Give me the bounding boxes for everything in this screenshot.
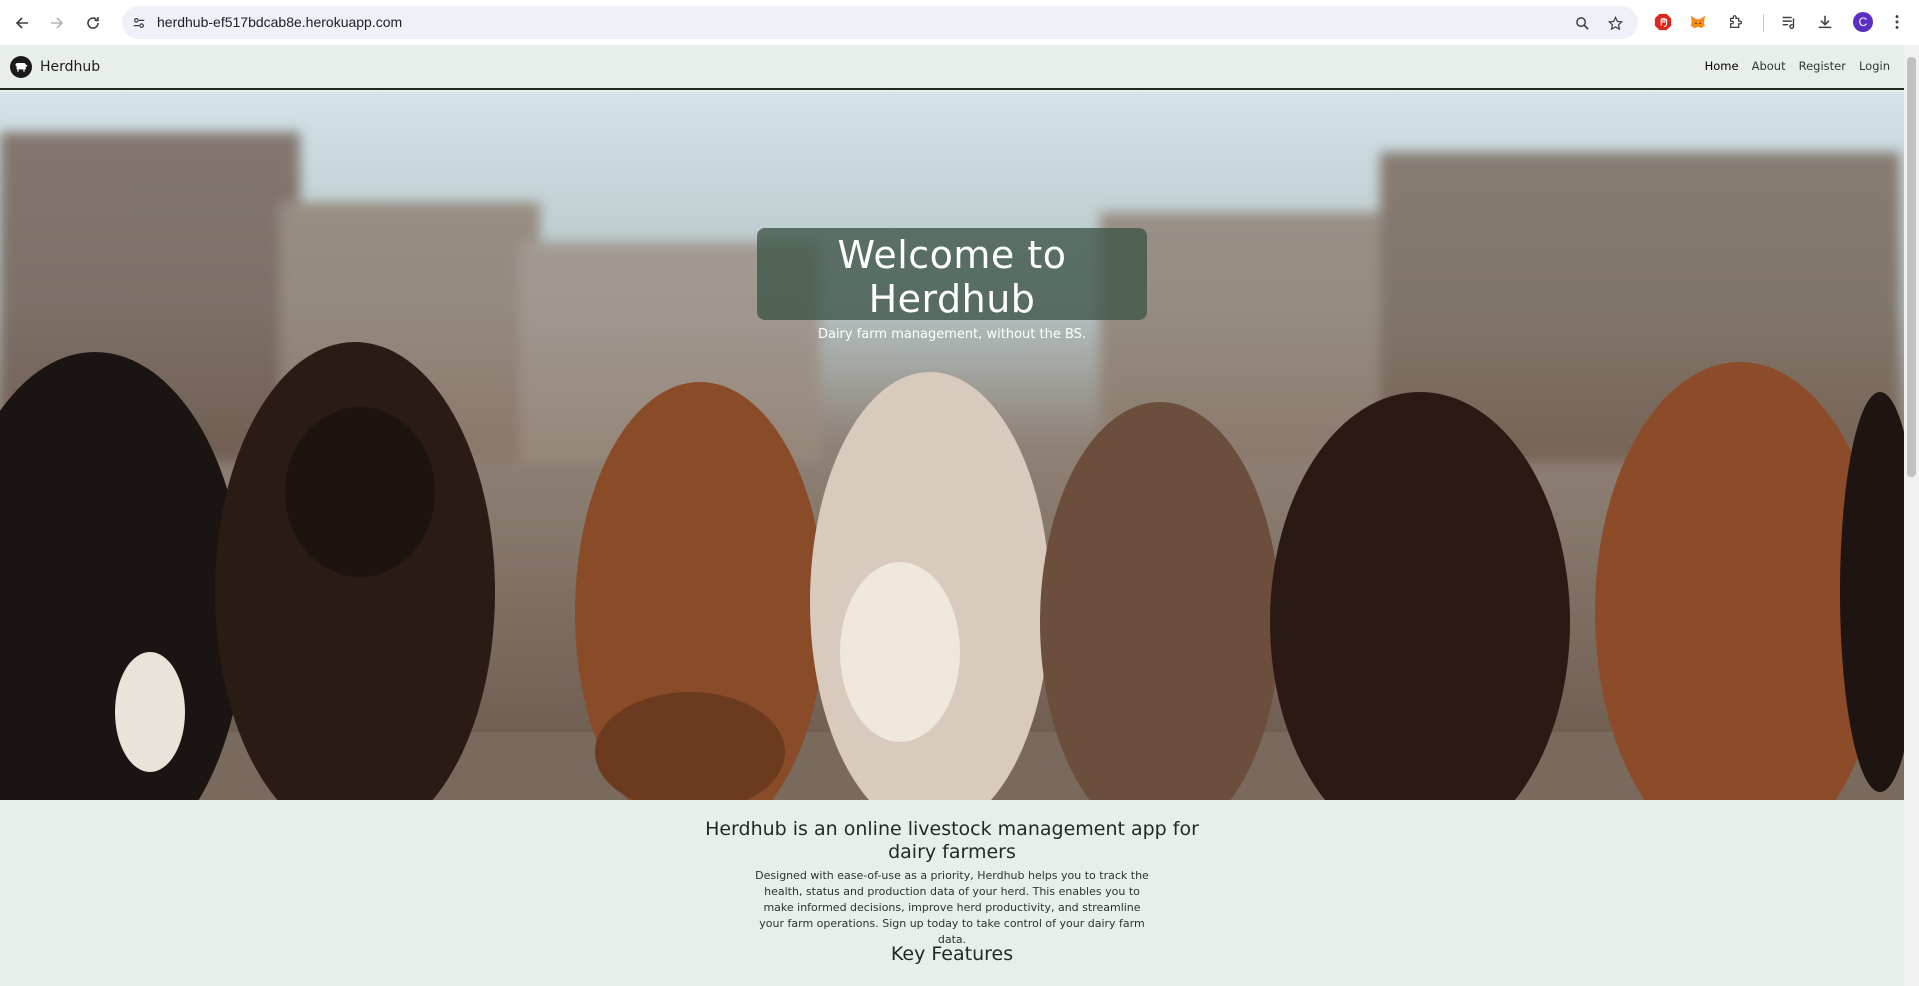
brand-name[interactable]: Herdhub [40, 59, 100, 75]
hero-subtitle: Dairy farm management, without the BS. [817, 327, 1087, 342]
toolbar-divider [1763, 14, 1764, 32]
intro-heading: Herdhub is an online livestock managemen… [705, 818, 1199, 863]
download-icon[interactable] [1814, 11, 1836, 33]
scrollbar-thumb[interactable] [1907, 57, 1916, 477]
url-text[interactable]: herdhub-ef517bdcab8e.herokuapp.com [157, 14, 402, 30]
site-nav-links: Home About Register Login [1705, 59, 1890, 73]
back-arrow-icon[interactable] [10, 11, 34, 35]
address-bar[interactable]: herdhub-ef517bdcab8e.herokuapp.com [122, 6, 1638, 39]
nav-link-about[interactable]: About [1752, 59, 1786, 73]
page-scrollbar[interactable] [1904, 45, 1919, 986]
star-icon[interactable] [1606, 14, 1624, 32]
brand-link[interactable]: Herdhub [10, 56, 100, 78]
hero-title: Welcome to Herdhub [837, 233, 1067, 321]
reading-list-icon[interactable] [1778, 11, 1800, 33]
reload-icon[interactable] [81, 11, 105, 35]
site-info-icon[interactable] [130, 14, 148, 32]
nav-link-home[interactable]: Home [1705, 59, 1739, 73]
adblock-icon[interactable] [1652, 11, 1674, 33]
puzzle-extensions-icon[interactable] [1725, 11, 1747, 33]
hero-welcome-card: Welcome to Herdhub Dairy farm management… [757, 228, 1147, 342]
site-navbar: Herdhub Home About Register Login [0, 45, 1904, 90]
key-features-heading: Key Features [890, 943, 1014, 965]
cow-logo-icon [10, 56, 32, 78]
browser-toolbar: herdhub-ef517bdcab8e.herokuapp.com C [0, 0, 1919, 45]
profile-avatar[interactable]: C [1853, 12, 1873, 32]
forward-arrow-icon[interactable] [45, 11, 69, 35]
nav-link-login[interactable]: Login [1859, 59, 1890, 73]
hero-cow-photo [0, 92, 1904, 800]
zoom-icon[interactable] [1573, 14, 1591, 32]
nav-link-register[interactable]: Register [1799, 59, 1846, 73]
intro-section: Herdhub is an online livestock managemen… [0, 800, 1904, 986]
page-viewport: Herdhub Home About Register Login Welcom… [0, 45, 1919, 986]
intro-paragraph: Designed with ease-of-use as a priority,… [755, 869, 1149, 946]
kebab-menu-icon[interactable] [1886, 11, 1908, 33]
metamask-fox-icon[interactable] [1687, 11, 1709, 33]
hero-banner: Welcome to Herdhub Dairy farm management… [0, 92, 1904, 800]
